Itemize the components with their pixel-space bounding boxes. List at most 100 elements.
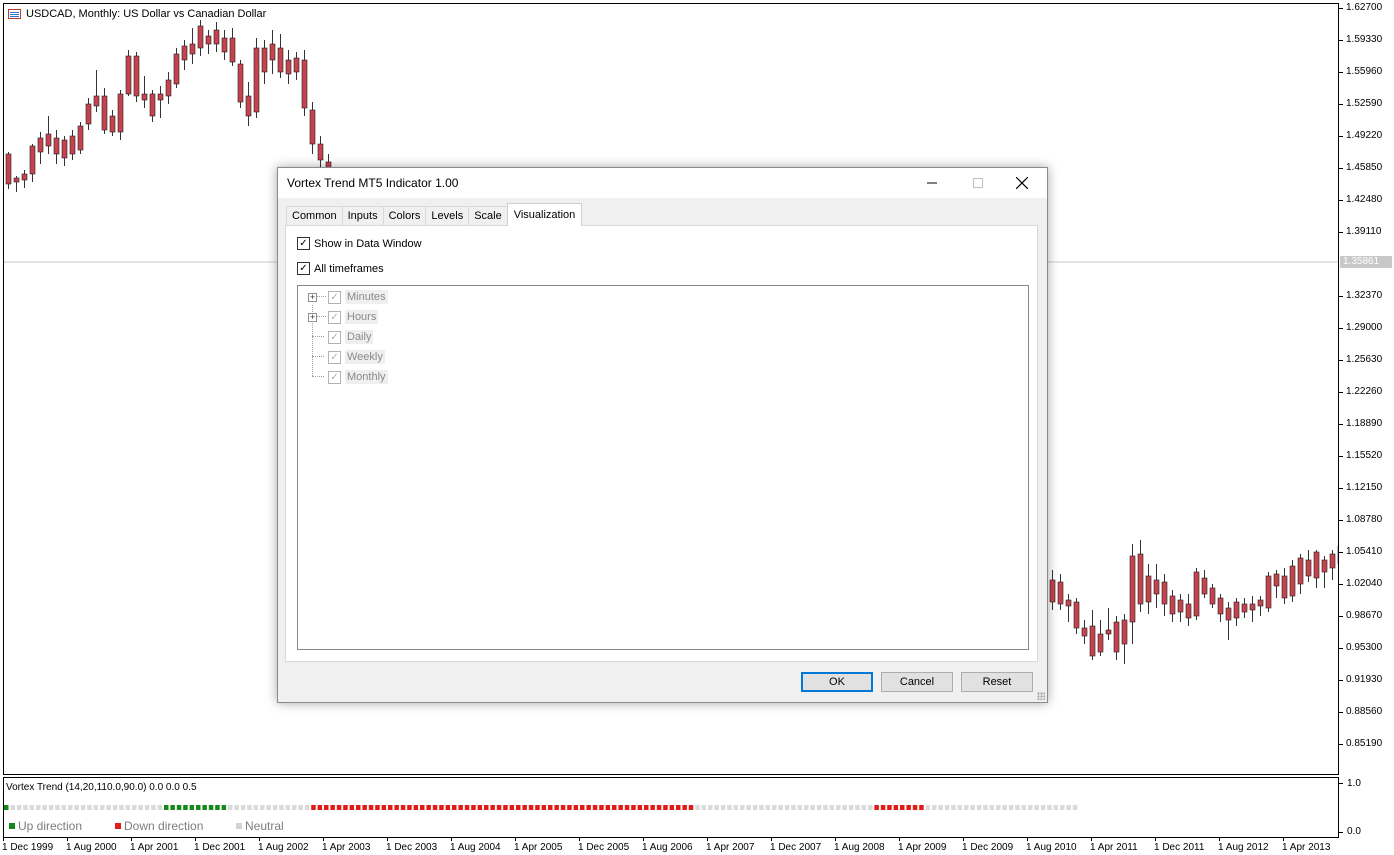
tree-item-hours[interactable]: + ✓ Hours	[308, 308, 379, 326]
minutes-label: Minutes	[345, 290, 388, 304]
time-tick-label: 1 Apr 2005	[514, 842, 563, 853]
price-tick-mark	[1339, 648, 1343, 649]
trend-state-mark-down	[560, 805, 566, 810]
daily-checkbox[interactable]: ✓	[328, 330, 341, 344]
reset-button[interactable]: Reset	[961, 672, 1033, 692]
trend-state-mark-down	[663, 805, 668, 810]
price-tick-label: 1.62700	[1346, 2, 1383, 13]
tab-colors[interactable]: Colors	[382, 206, 427, 226]
monthly-checkbox[interactable]: ✓	[328, 370, 341, 384]
trend-state-mark-down	[637, 805, 643, 810]
candle	[1089, 610, 1096, 660]
trend-state-mark-up	[196, 805, 201, 810]
time-tick-mark	[579, 838, 580, 841]
time-tick-label: 1 Aug 2002	[258, 842, 309, 853]
checkmark-icon: ✓	[330, 311, 339, 323]
dialog-titlebar[interactable]: Vortex Trend MT5 Indicator 1.00	[278, 168, 1047, 198]
candle	[1289, 560, 1296, 602]
trend-state-mark-down	[887, 805, 892, 810]
candle	[1233, 598, 1240, 626]
weekly-checkbox[interactable]: ✓	[328, 350, 341, 364]
trend-state-mark-neutral	[247, 805, 252, 810]
trend-state-mark-neutral	[132, 805, 137, 810]
price-tick-label: 0.95300	[1346, 642, 1383, 653]
candle	[117, 90, 124, 140]
candle	[109, 110, 116, 136]
tab-visualization[interactable]: Visualization	[506, 203, 583, 226]
candle	[1241, 598, 1248, 618]
expand-icon[interactable]: +	[308, 292, 317, 302]
candle	[45, 116, 52, 154]
tree-item-daily[interactable]: ✓ Daily	[308, 328, 374, 346]
close-button[interactable]	[999, 168, 1045, 198]
all-timeframes-option[interactable]: ✓ All timeframes	[297, 262, 384, 275]
trend-state-mark-down	[580, 805, 585, 810]
trend-state-mark-neutral	[759, 805, 764, 810]
time-tick-label: 1 Aug 2012	[1218, 842, 1269, 853]
show-in-data-window-checkbox[interactable]: ✓	[297, 237, 310, 250]
expand-icon[interactable]: +	[308, 312, 317, 322]
trend-state-mark-neutral	[855, 805, 860, 810]
cancel-button[interactable]: Cancel	[881, 672, 953, 692]
candle	[85, 98, 92, 130]
ok-button[interactable]: OK	[801, 672, 873, 692]
trend-state-mark-neutral	[240, 805, 246, 810]
trend-state-mark-down	[394, 805, 399, 810]
minutes-checkbox[interactable]: ✓	[328, 290, 341, 304]
price-tick-label: 1.05410	[1346, 546, 1383, 557]
trend-state-mark-down	[407, 805, 412, 810]
tree-connector	[317, 296, 326, 298]
indicator-window[interactable]: Vortex Trend (14,20,110.0,90.0) 0.0 0.0 …	[3, 777, 1339, 838]
checkmark-icon: ✓	[330, 331, 339, 343]
candle	[285, 50, 292, 84]
tab-strip: Common Inputs Colors Levels Scale Visual…	[286, 203, 583, 226]
candle	[253, 38, 260, 118]
indicator-properties-dialog[interactable]: Vortex Trend MT5 Indicator 1.00 Common I…	[277, 167, 1048, 703]
trend-state-mark-neutral	[804, 805, 809, 810]
tick-mark	[1339, 783, 1343, 784]
candle	[1321, 556, 1328, 588]
trend-state-mark-neutral	[87, 805, 92, 810]
trend-state-mark-down	[343, 805, 348, 810]
price-tick-label: 1.39110	[1346, 226, 1382, 237]
show-in-data-window-option[interactable]: ✓ Show in Data Window	[297, 237, 422, 250]
candle	[21, 170, 28, 188]
time-tick-label: 1 Aug 2006	[642, 842, 693, 853]
candle	[149, 90, 156, 122]
time-axis: 1 Dec 1999 1 Aug 2000 1 Apr 2001 1 Dec 2001…	[0, 838, 1394, 855]
indicator-scale: 1.0 0.0	[1339, 777, 1394, 838]
candle	[221, 30, 228, 60]
time-tick-mark	[1283, 838, 1284, 841]
candle	[261, 40, 268, 84]
tree-item-weekly[interactable]: ✓ Weekly	[308, 348, 385, 366]
candle	[141, 76, 148, 108]
candle	[205, 30, 212, 54]
trend-state-mark-neutral	[701, 805, 707, 810]
trend-state-mark-down	[644, 805, 649, 810]
tab-common[interactable]: Common	[286, 206, 343, 226]
monthly-label: Monthly	[345, 370, 388, 384]
candle	[301, 50, 308, 116]
candle	[1081, 620, 1088, 644]
trend-state-mark-down	[682, 805, 687, 810]
candle	[69, 130, 76, 160]
price-tick-label: 1.59330	[1346, 34, 1383, 45]
minimize-button[interactable]	[909, 168, 955, 198]
trend-state-mark-down	[413, 805, 419, 810]
tab-levels[interactable]: Levels	[425, 206, 470, 226]
tree-item-minutes[interactable]: + ✓ Minutes	[308, 288, 388, 306]
tab-inputs[interactable]: Inputs	[341, 206, 384, 226]
maximize-button[interactable]	[955, 168, 1001, 198]
candle	[269, 30, 276, 74]
all-timeframes-checkbox[interactable]: ✓	[297, 262, 310, 275]
trend-state-mark-neutral	[234, 805, 239, 810]
tree-item-monthly[interactable]: ✓ Monthly	[308, 368, 388, 386]
price-tick-label: 1.55960	[1346, 66, 1383, 77]
timeframes-tree[interactable]: + ✓ Minutes + ✓ Hours ✓ Daily ✓ Weekly ✓…	[297, 285, 1029, 650]
trend-state-mark-neutral	[951, 805, 956, 810]
tab-scale[interactable]: Scale	[468, 206, 508, 226]
resize-grip-icon[interactable]	[1037, 692, 1045, 700]
hours-checkbox[interactable]: ✓	[328, 310, 341, 324]
close-icon	[1016, 177, 1028, 189]
candle	[1225, 602, 1232, 640]
